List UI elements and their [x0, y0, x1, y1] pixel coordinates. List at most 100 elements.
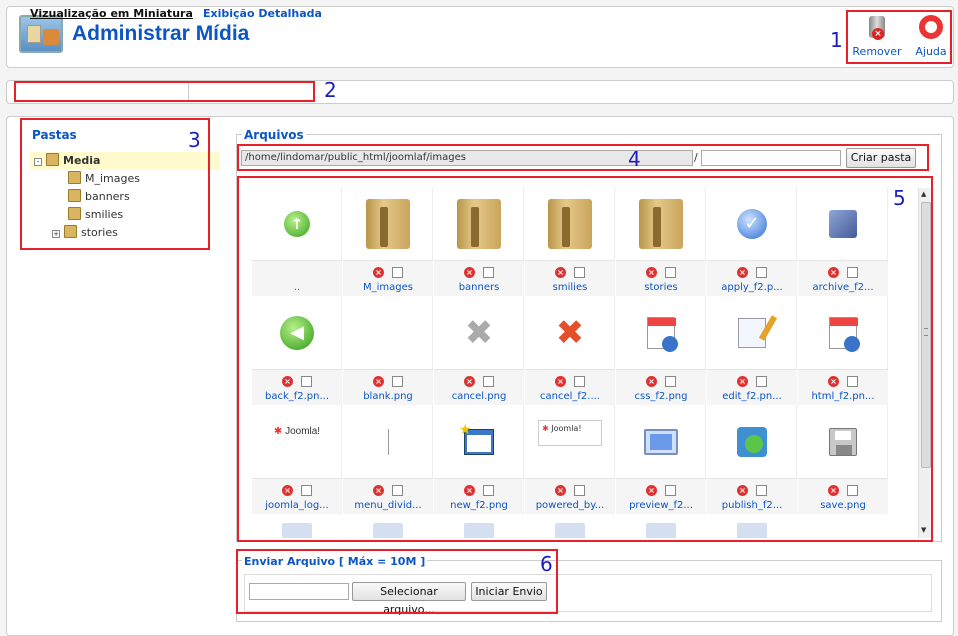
select-checkbox[interactable]	[847, 266, 858, 278]
select-checkbox[interactable]	[665, 484, 676, 496]
blank-icon[interactable]	[343, 297, 433, 369]
select-checkbox[interactable]	[847, 375, 858, 387]
collapse-icon[interactable]: -	[34, 158, 42, 166]
tree-item-m-images[interactable]: M_images	[68, 170, 140, 188]
delete-icon[interactable]: ×	[646, 484, 657, 496]
file-item[interactable]: ◀ × back_f2.pn...	[252, 297, 342, 406]
delete-icon[interactable]: ×	[828, 266, 839, 278]
delete-icon[interactable]: ×	[282, 375, 293, 387]
select-checkbox[interactable]	[483, 484, 494, 496]
select-checkbox[interactable]	[574, 375, 585, 387]
cancelgray-icon[interactable]: ✖	[434, 297, 524, 369]
file-item[interactable]: × M_images	[343, 188, 433, 297]
html-icon[interactable]	[798, 297, 888, 369]
folder-icon[interactable]	[525, 188, 615, 260]
tree-item-banners[interactable]: banners	[68, 188, 130, 206]
file-grid-scrollbar[interactable]: ▲ ▼	[918, 188, 932, 538]
delete-icon[interactable]: ×	[373, 266, 384, 278]
file-item[interactable]: ↑..	[252, 188, 342, 297]
delete-icon[interactable]: ×	[464, 484, 475, 496]
select-checkbox[interactable]	[847, 484, 858, 496]
file-item[interactable]: × banners	[434, 188, 524, 297]
scroll-up-icon[interactable]: ▲	[921, 190, 926, 198]
delete-icon[interactable]: ×	[646, 375, 657, 387]
file-item-name[interactable]: ..	[252, 282, 342, 293]
tree-item-stories[interactable]: + stories	[52, 224, 118, 242]
new-icon[interactable]: ★	[434, 406, 524, 478]
delete-icon[interactable]: ×	[646, 266, 657, 278]
file-item[interactable]: ✱ Joomla! × joomla_log...	[252, 406, 342, 515]
scroll-down-icon[interactable]: ▼	[921, 526, 926, 534]
delete-icon[interactable]: ×	[464, 375, 475, 387]
select-checkbox[interactable]	[574, 484, 585, 496]
select-checkbox[interactable]	[756, 375, 767, 387]
tree-root-media[interactable]: - Media	[30, 152, 220, 170]
select-checkbox[interactable]	[756, 484, 767, 496]
start-upload-button[interactable]: Iniciar Envio	[471, 582, 547, 601]
select-checkbox[interactable]	[665, 375, 676, 387]
file-item[interactable]: × save.png	[798, 406, 888, 515]
select-checkbox[interactable]	[756, 266, 767, 278]
file-item[interactable]: × css_f2.png	[616, 297, 706, 406]
up-icon[interactable]: ↑	[252, 188, 342, 260]
select-checkbox[interactable]	[483, 375, 494, 387]
select-checkbox[interactable]	[392, 484, 403, 496]
delete-icon[interactable]: ×	[737, 266, 748, 278]
file-item[interactable]: × publish_f2...	[707, 406, 797, 515]
delete-icon[interactable]: ×	[555, 375, 566, 387]
delete-icon[interactable]: ×	[282, 484, 293, 496]
new-folder-input[interactable]	[701, 150, 841, 166]
divider-icon[interactable]	[343, 406, 433, 478]
delete-icon[interactable]: ×	[737, 484, 748, 496]
publish-icon[interactable]	[707, 406, 797, 478]
delete-icon[interactable]: ×	[555, 484, 566, 496]
file-item[interactable]: × html_f2.pn...	[798, 297, 888, 406]
css-icon[interactable]	[616, 297, 706, 369]
file-item[interactable]: × menu_divid...	[343, 406, 433, 515]
remove-button[interactable]: × Remover	[850, 14, 904, 58]
select-checkbox[interactable]	[483, 266, 494, 278]
powered-icon[interactable]: ✱ Joomla!	[525, 406, 615, 478]
current-path-field[interactable]: /home/lindomar/public_html/joomlaf/image…	[241, 150, 693, 166]
save-icon[interactable]	[798, 406, 888, 478]
file-item[interactable]: × smilies	[525, 188, 615, 297]
delete-icon[interactable]: ×	[828, 375, 839, 387]
file-item-partial[interactable]	[464, 523, 494, 538]
delete-icon[interactable]: ×	[737, 375, 748, 387]
select-checkbox[interactable]	[301, 375, 312, 387]
folder-icon[interactable]	[343, 188, 433, 260]
preview-icon[interactable]	[616, 406, 706, 478]
folder-icon[interactable]	[434, 188, 524, 260]
file-item[interactable]: × preview_f2...	[616, 406, 706, 515]
expand-icon[interactable]: +	[52, 230, 60, 238]
apply-icon[interactable]: ✓	[707, 188, 797, 260]
help-button[interactable]: Ajuda	[904, 14, 958, 58]
delete-icon[interactable]: ×	[373, 375, 384, 387]
cancel-icon[interactable]: ✖	[525, 297, 615, 369]
edit-icon[interactable]	[707, 297, 797, 369]
file-item[interactable]: ✖ × cancel.png	[434, 297, 524, 406]
folder-icon[interactable]	[616, 188, 706, 260]
file-item[interactable]: ★ × new_f2.png	[434, 406, 524, 515]
delete-icon[interactable]: ×	[373, 484, 384, 496]
select-checkbox[interactable]	[301, 484, 312, 496]
file-item[interactable]: ✓ × apply_f2.p...	[707, 188, 797, 297]
file-item[interactable]: ✱ Joomla! × powered_by...	[525, 406, 615, 515]
select-file-button[interactable]: Selecionar arquivo...	[352, 582, 466, 616]
delete-icon[interactable]: ×	[555, 266, 566, 278]
file-item-partial[interactable]	[737, 523, 767, 538]
file-item[interactable]: × blank.png	[343, 297, 433, 406]
file-item[interactable]: × stories	[616, 188, 706, 297]
file-item-partial[interactable]	[646, 523, 676, 538]
delete-icon[interactable]: ×	[828, 484, 839, 496]
file-item[interactable]: ✖ × cancel_f2....	[525, 297, 615, 406]
tab-thumbnail-view[interactable]: Vizualização em Miniatura	[30, 7, 193, 20]
select-checkbox[interactable]	[665, 266, 676, 278]
file-item-partial[interactable]	[373, 523, 403, 538]
tab-detail-view[interactable]: Exibição Detalhada	[203, 7, 322, 20]
select-checkbox[interactable]	[392, 266, 403, 278]
tree-item-smilies[interactable]: smilies	[68, 206, 123, 224]
create-folder-button[interactable]: Criar pasta	[846, 148, 916, 168]
scrollbar-thumb[interactable]	[921, 202, 931, 468]
file-item[interactable]: × archive_f2...	[798, 188, 888, 297]
